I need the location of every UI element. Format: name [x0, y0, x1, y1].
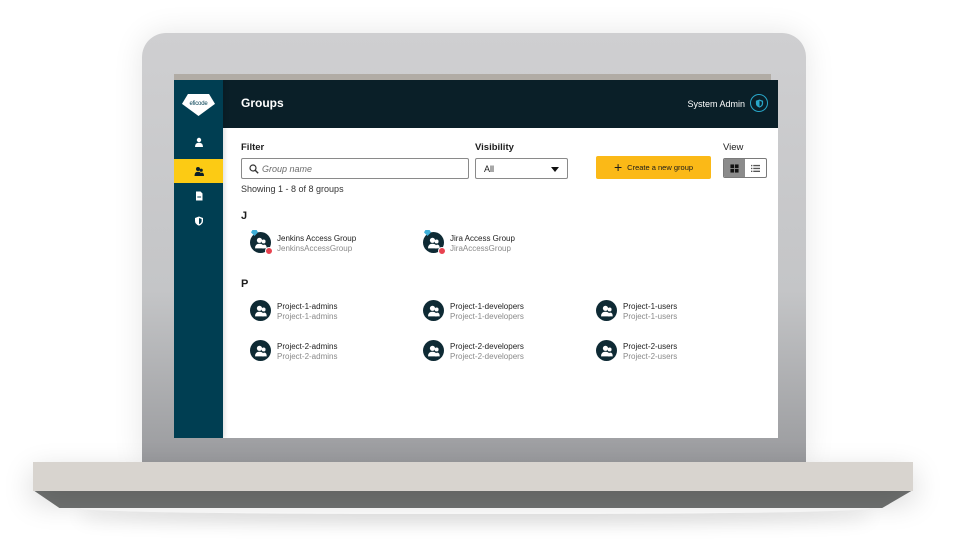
view-label: View	[723, 142, 744, 153]
group-id: Project-2-users	[623, 352, 678, 361]
group-avatar	[596, 340, 617, 361]
sidebar: eficode	[174, 80, 223, 438]
shield-icon	[194, 216, 203, 226]
caret-down-icon	[551, 167, 559, 172]
grid-icon	[730, 163, 739, 173]
page-title: Groups	[241, 96, 284, 110]
group-icon	[255, 237, 267, 249]
group-name: Project-1-users	[623, 302, 678, 311]
sidebar-item-security[interactable]	[174, 209, 223, 233]
list-icon	[751, 164, 760, 172]
group-avatar	[250, 300, 271, 321]
group-name: Project-2-developers	[450, 342, 524, 351]
section-letter-p: P	[241, 278, 249, 290]
sidebar-item-documents[interactable]	[174, 184, 223, 208]
group-id: Project-1-users	[623, 312, 678, 321]
sidebar-item-groups[interactable]	[174, 159, 223, 183]
group-avatar	[423, 300, 444, 321]
group-name: Project-2-users	[623, 342, 678, 351]
user-avatar-button[interactable]	[750, 94, 768, 112]
user-icon	[194, 137, 203, 147]
group-name: Jira Access Group	[450, 234, 515, 243]
group-card[interactable]: Project-2-users Project-2-users	[596, 338, 756, 364]
group-name: Project-2-admins	[277, 342, 338, 351]
visibility-value: All	[484, 164, 495, 174]
search-icon	[249, 164, 259, 174]
user-name[interactable]: System Admin	[687, 99, 745, 109]
group-icon	[255, 345, 267, 357]
results-count: Showing 1 - 8 of 8 groups	[241, 184, 344, 194]
list-view-button[interactable]	[745, 159, 766, 177]
group-card[interactable]: Project-2-developers Project-2-developer…	[423, 338, 583, 364]
laptop-base-lip	[33, 490, 913, 508]
section-letter-j: J	[241, 210, 248, 222]
search-field[interactable]	[241, 158, 469, 179]
group-avatar	[423, 340, 444, 361]
group-card[interactable]: Jenkins Access Group JenkinsAccessGroup	[250, 230, 410, 256]
create-group-label: Create a new group	[627, 163, 694, 172]
plus-icon: +	[613, 159, 623, 175]
create-group-button[interactable]: + Create a new group	[596, 156, 711, 179]
view-toggle	[723, 158, 767, 178]
users-group-icon	[194, 167, 204, 176]
group-name: Project-1-developers	[450, 302, 524, 311]
shield-avatar-icon	[755, 98, 763, 108]
app-header: Groups System Admin	[223, 80, 778, 128]
group-name: Project-1-admins	[277, 302, 338, 311]
group-icon	[255, 305, 267, 317]
group-icon	[601, 305, 613, 317]
group-id: Project-2-admins	[277, 352, 338, 361]
restricted-badge-icon	[438, 247, 446, 255]
search-input[interactable]	[262, 161, 462, 176]
group-id: JenkinsAccessGroup	[277, 244, 353, 253]
sidebar-item-users[interactable]	[174, 130, 223, 154]
group-id: Project-2-developers	[450, 352, 524, 361]
group-icon	[428, 237, 440, 249]
group-icon	[428, 345, 440, 357]
restricted-badge-icon	[265, 247, 273, 255]
group-avatar	[596, 300, 617, 321]
group-icon	[428, 305, 440, 317]
filter-label: Filter	[241, 142, 265, 153]
group-id: JiraAccessGroup	[450, 244, 511, 253]
group-icon	[601, 345, 613, 357]
document-icon	[195, 191, 202, 201]
visibility-label: Visibility	[475, 142, 514, 153]
group-id: Project-1-admins	[277, 312, 338, 321]
logo-text: eficode	[189, 100, 208, 107]
group-card[interactable]: Project-2-admins Project-2-admins	[250, 338, 410, 364]
group-card[interactable]: Project-1-developers Project-1-developer…	[423, 298, 583, 324]
group-id: Project-1-developers	[450, 312, 524, 321]
group-card[interactable]: Jira Access Group JiraAccessGroup	[423, 230, 583, 256]
app-screen: eficode Groups System Admin Filter Group…	[174, 80, 778, 438]
group-avatar	[250, 340, 271, 361]
group-card[interactable]: Project-1-admins Project-1-admins	[250, 298, 410, 324]
group-card[interactable]: Project-1-users Project-1-users	[596, 298, 756, 324]
grid-view-button[interactable]	[724, 159, 745, 177]
visibility-select[interactable]: All	[475, 158, 568, 179]
laptop-base	[33, 462, 913, 491]
group-name: Jenkins Access Group	[277, 234, 357, 243]
eficode-logo[interactable]: eficode	[182, 94, 215, 116]
